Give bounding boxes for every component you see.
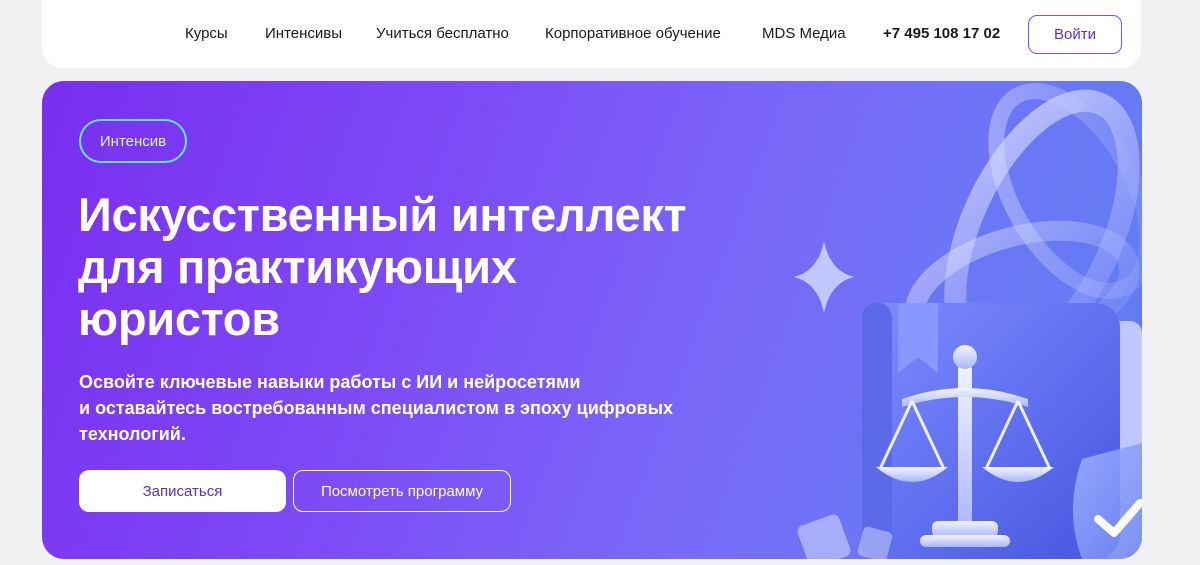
hero-title-line: Искусственный интеллект (78, 188, 687, 241)
nav-item-free-learning[interactable]: Учиться бесплатно (376, 25, 509, 42)
nav-item-corporate[interactable]: Корпоративное обучение (545, 25, 721, 42)
hero-subtitle-line: технологий. (79, 424, 186, 444)
shield-check-icon (1073, 443, 1142, 559)
nav-links: Курсы Интенсивы Учиться бесплатно Корпор… (42, 0, 1141, 68)
book-scales-illustration (794, 83, 1142, 559)
hero-banner: Интенсив Искусственный интеллект для пра… (42, 81, 1142, 559)
hero-title-line: юристов (78, 292, 280, 345)
hero-subtitle-line: и оставайтесь востребованным специалисто… (79, 398, 673, 418)
sparkle-icon (794, 241, 854, 313)
hero-subtitle-line: Освойте ключевые навыки работы с ИИ и не… (79, 372, 581, 392)
nav-item-media[interactable]: MDS Медиа (762, 25, 846, 42)
intensive-badge: Интенсив (79, 119, 187, 163)
enroll-button[interactable]: Записаться (79, 470, 286, 512)
nav-item-intensives[interactable]: Интенсивы (265, 25, 342, 42)
nav-item-courses[interactable]: Курсы (185, 25, 228, 42)
hero-title: Искусственный интеллект для практикующих… (78, 189, 838, 345)
hero-title-line: для практикующих (78, 240, 517, 293)
login-button[interactable]: Войти (1028, 15, 1122, 54)
view-program-button[interactable]: Посмотреть программу (293, 470, 511, 512)
top-navigation: Курсы Интенсивы Учиться бесплатно Корпор… (42, 0, 1141, 68)
nav-phone-link[interactable]: +7 495 108 17 02 (883, 25, 1000, 42)
hero-subtitle: Освойте ключевые навыки работы с ИИ и не… (79, 369, 699, 447)
